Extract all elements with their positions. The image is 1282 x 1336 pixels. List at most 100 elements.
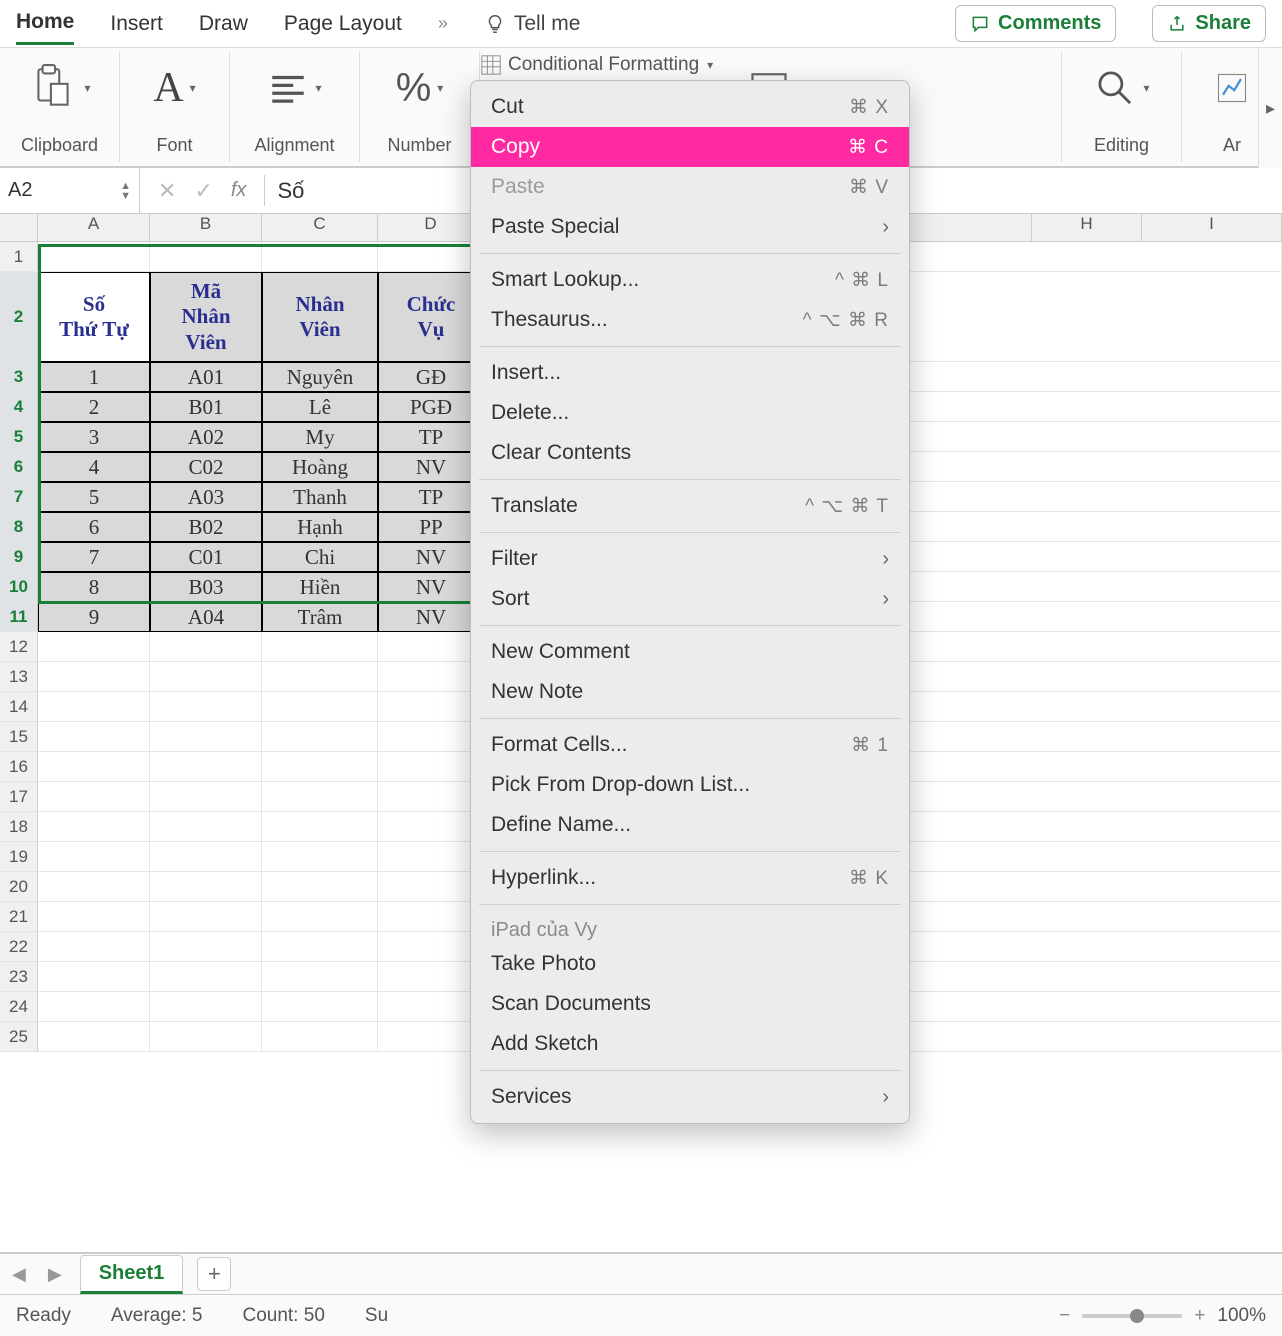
ctx-hyperlink[interactable]: Hyperlink...⌘ K	[471, 858, 909, 898]
row-header[interactable]: 6	[0, 452, 38, 482]
enter-formula-icon[interactable]: ✓	[194, 178, 212, 204]
cell[interactable]: Chi	[262, 542, 378, 572]
share-button[interactable]: Share	[1152, 5, 1266, 42]
cell[interactable]: PGĐ	[378, 392, 484, 422]
cell[interactable]: Nguyên	[262, 362, 378, 392]
cell[interactable]: 2	[38, 392, 150, 422]
row-header[interactable]: 1	[0, 242, 38, 272]
tabs-overflow-icon[interactable]: »	[438, 13, 448, 34]
row-header[interactable]: 4	[0, 392, 38, 422]
cell[interactable]	[262, 902, 378, 932]
group-alignment[interactable]: ▾ Alignment	[230, 52, 360, 162]
cell[interactable]	[38, 692, 150, 722]
cell[interactable]	[38, 632, 150, 662]
row-header[interactable]: 7	[0, 482, 38, 512]
col-header-H[interactable]: H	[1032, 214, 1142, 241]
row-header[interactable]: 23	[0, 962, 38, 992]
zoom-value[interactable]: 100%	[1217, 1305, 1266, 1327]
cell[interactable]	[378, 902, 484, 932]
row-header[interactable]: 15	[0, 722, 38, 752]
cell[interactable]	[150, 782, 262, 812]
cell[interactable]	[262, 962, 378, 992]
zoom-in-icon[interactable]: +	[1194, 1305, 1205, 1327]
cell[interactable]	[150, 812, 262, 842]
cell[interactable]	[262, 992, 378, 1022]
ctx-clear-contents[interactable]: Clear Contents	[471, 433, 909, 473]
cell[interactable]: 1	[38, 362, 150, 392]
cell[interactable]: 8	[38, 572, 150, 602]
row-header[interactable]: 5	[0, 422, 38, 452]
cell[interactable]: Nhân Viên	[262, 272, 378, 362]
cell[interactable]: A02	[150, 422, 262, 452]
zoom-slider[interactable]	[1082, 1314, 1182, 1318]
group-font[interactable]: A ▾ Font	[120, 52, 230, 162]
cell[interactable]: C02	[150, 452, 262, 482]
row-header[interactable]: 25	[0, 1022, 38, 1052]
ctx-cut[interactable]: Cut⌘ X	[471, 87, 909, 127]
cell[interactable]	[378, 812, 484, 842]
cell[interactable]: Hạnh	[262, 512, 378, 542]
cell[interactable]	[150, 242, 262, 272]
ctx-services[interactable]: Services›	[471, 1077, 909, 1117]
ctx-take-photo[interactable]: Take Photo	[471, 944, 909, 984]
cell[interactable]	[38, 812, 150, 842]
group-number[interactable]: % ▾ Number	[360, 52, 480, 162]
cell[interactable]	[150, 632, 262, 662]
ctx-filter[interactable]: Filter›	[471, 539, 909, 579]
fx-icon[interactable]: fx	[231, 179, 247, 202]
cell[interactable]	[378, 782, 484, 812]
cell[interactable]	[378, 632, 484, 662]
row-header[interactable]: 13	[0, 662, 38, 692]
cell[interactable]	[38, 1022, 150, 1052]
cell[interactable]	[150, 752, 262, 782]
row-header[interactable]: 8	[0, 512, 38, 542]
ctx-paste-special[interactable]: Paste Special›	[471, 207, 909, 247]
ctx-format-cells[interactable]: Format Cells...⌘ 1	[471, 725, 909, 765]
sheet-nav-left[interactable]: ◀	[8, 1264, 30, 1285]
cell[interactable]: A04	[150, 602, 262, 632]
cell[interactable]	[38, 722, 150, 752]
cell[interactable]	[262, 242, 378, 272]
cell[interactable]: Lê	[262, 392, 378, 422]
add-sheet-button[interactable]: +	[197, 1257, 231, 1291]
cell[interactable]: TP	[378, 422, 484, 452]
cell[interactable]	[378, 1022, 484, 1052]
cell[interactable]	[150, 992, 262, 1022]
cell[interactable]	[38, 842, 150, 872]
row-header[interactable]: 11	[0, 602, 38, 632]
cell[interactable]: Chức Vụ	[378, 272, 484, 362]
name-box-stepper[interactable]: ▲▼	[120, 181, 131, 201]
cell[interactable]	[378, 932, 484, 962]
cell[interactable]: PP	[378, 512, 484, 542]
sheet-nav-right[interactable]: ▶	[44, 1264, 66, 1285]
ctx-define-name[interactable]: Define Name...	[471, 805, 909, 845]
cell[interactable]	[150, 902, 262, 932]
col-header-I[interactable]: I	[1142, 214, 1282, 241]
cell[interactable]	[378, 962, 484, 992]
ctx-add-sketch[interactable]: Add Sketch	[471, 1024, 909, 1064]
cell[interactable]: NV	[378, 602, 484, 632]
ctx-pick-list[interactable]: Pick From Drop-down List...	[471, 765, 909, 805]
row-header[interactable]: 17	[0, 782, 38, 812]
cell[interactable]	[378, 722, 484, 752]
cell[interactable]	[150, 692, 262, 722]
cell[interactable]	[262, 752, 378, 782]
cell[interactable]: 4	[38, 452, 150, 482]
cell[interactable]: NV	[378, 452, 484, 482]
cell[interactable]	[38, 242, 150, 272]
zoom-out-icon[interactable]: −	[1059, 1305, 1070, 1327]
cell[interactable]: B01	[150, 392, 262, 422]
zoom-control[interactable]: − + 100%	[1059, 1305, 1266, 1327]
col-header-B[interactable]: B	[150, 214, 262, 241]
cell[interactable]: B02	[150, 512, 262, 542]
cell[interactable]	[150, 962, 262, 992]
row-header[interactable]: 21	[0, 902, 38, 932]
col-header-A[interactable]: A	[38, 214, 150, 241]
cell[interactable]	[150, 932, 262, 962]
ctx-translate[interactable]: Translate^ ⌥ ⌘ T	[471, 486, 909, 526]
cell[interactable]	[378, 872, 484, 902]
cell[interactable]	[262, 662, 378, 692]
cell[interactable]: B03	[150, 572, 262, 602]
name-box[interactable]: A2 ▲▼	[0, 168, 140, 213]
row-header[interactable]: 12	[0, 632, 38, 662]
